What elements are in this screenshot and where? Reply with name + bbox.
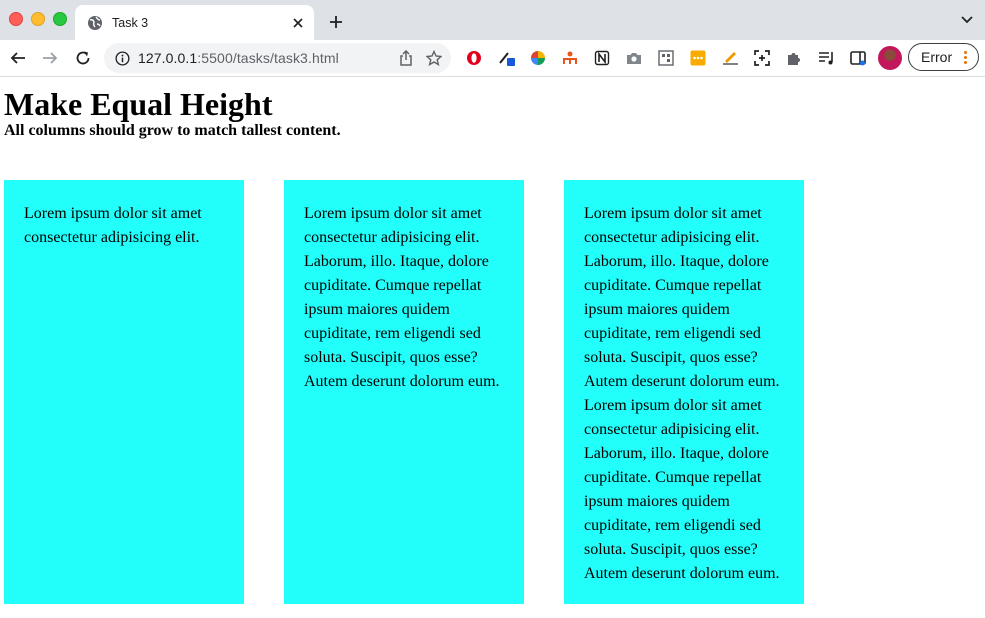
url-path: :5500/tasks/task3.html bbox=[197, 50, 339, 66]
page-subtitle: All columns should grow to match tallest… bbox=[4, 122, 341, 139]
tab-title: Task 3 bbox=[112, 15, 149, 30]
more-tools-extension-icon[interactable] bbox=[688, 48, 708, 68]
kebab-menu-icon[interactable] bbox=[964, 50, 968, 64]
color-picker-extension-icon[interactable] bbox=[497, 48, 517, 68]
bookmark-star-icon[interactable] bbox=[423, 47, 445, 69]
url-host: 127.0.0.1 bbox=[138, 50, 198, 66]
people-extension-icon[interactable] bbox=[560, 48, 580, 68]
address-bar[interactable]: 127.0.0.1:5500/tasks/task3.html bbox=[104, 43, 451, 73]
column-2: Lorem ipsum dolor sit amet consectetur a… bbox=[284, 180, 524, 604]
close-window-button[interactable] bbox=[9, 12, 23, 26]
column-1: Lorem ipsum dolor sit amet consectetur a… bbox=[4, 180, 244, 604]
close-tab-icon[interactable] bbox=[288, 13, 308, 33]
profile-avatar[interactable] bbox=[878, 46, 902, 70]
profile-error-button[interactable]: Error bbox=[908, 43, 979, 71]
browser-toolbar: 127.0.0.1:5500/tasks/task3.html Error bbox=[0, 40, 985, 77]
grid-extension-icon[interactable] bbox=[656, 48, 676, 68]
side-panel-icon[interactable] bbox=[848, 48, 868, 68]
columns-container: Lorem ipsum dolor sit amet consectetur a… bbox=[4, 180, 804, 604]
share-icon[interactable] bbox=[395, 47, 417, 69]
column-3: Lorem ipsum dolor sit amet consectetur a… bbox=[564, 180, 804, 604]
active-tab[interactable]: Task 3 bbox=[75, 5, 314, 40]
reading-list-icon[interactable] bbox=[816, 48, 836, 68]
new-tab-icon[interactable] bbox=[325, 11, 347, 33]
color-wheel-extension-icon[interactable] bbox=[528, 48, 548, 68]
minimize-window-button[interactable] bbox=[31, 12, 45, 26]
puzzle-extensions-icon[interactable] bbox=[784, 48, 804, 68]
globe-icon bbox=[87, 15, 103, 31]
window-controls bbox=[9, 12, 67, 26]
forward-arrow-icon[interactable] bbox=[38, 46, 62, 70]
annotate-extension-icon[interactable] bbox=[720, 48, 740, 68]
url-text: 127.0.0.1:5500/tasks/task3.html bbox=[138, 50, 395, 66]
chevron-down-icon[interactable] bbox=[959, 12, 975, 28]
back-arrow-icon[interactable] bbox=[6, 46, 30, 70]
info-icon[interactable] bbox=[114, 50, 130, 66]
camera-extension-icon[interactable] bbox=[624, 48, 644, 68]
reload-icon[interactable] bbox=[71, 46, 95, 70]
profile-error-label: Error bbox=[921, 49, 953, 65]
notion-extension-icon[interactable] bbox=[592, 48, 612, 68]
screenshot-crop-icon[interactable] bbox=[752, 48, 772, 68]
tab-strip: Task 3 bbox=[0, 0, 985, 40]
opera-extension-icon[interactable] bbox=[464, 48, 484, 68]
zoom-window-button[interactable] bbox=[53, 12, 67, 26]
page-title: Make Equal Height bbox=[4, 86, 273, 122]
